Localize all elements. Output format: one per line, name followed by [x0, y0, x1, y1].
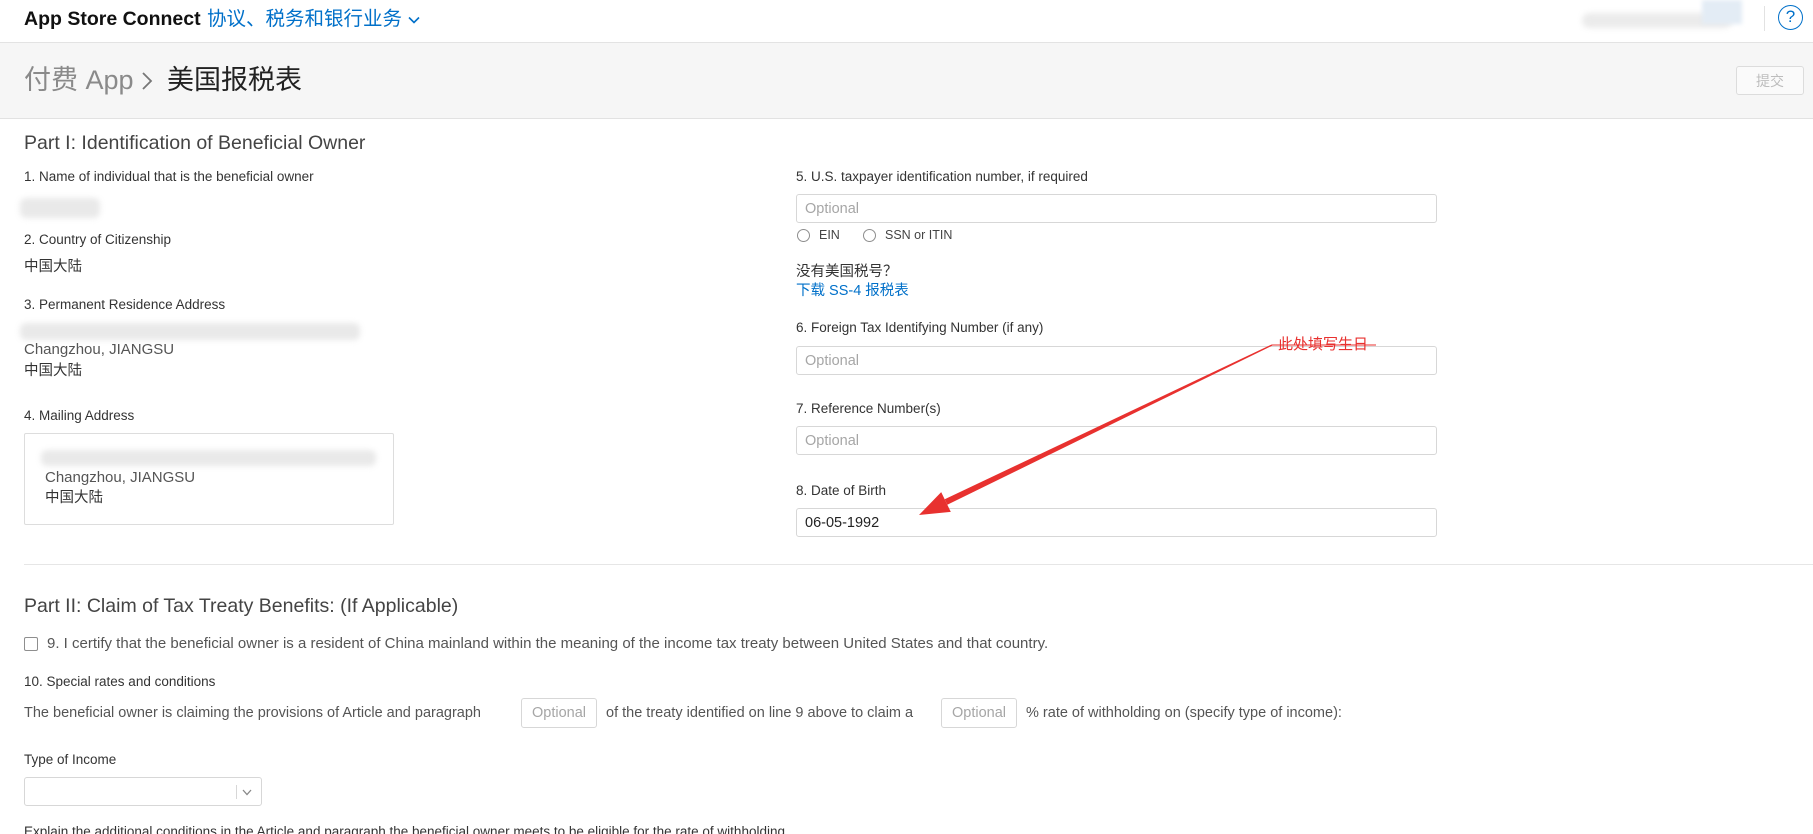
top-bar: App Store Connect 协议、税务和银行业务 ?	[0, 0, 1813, 43]
redacted-residence-street	[20, 323, 360, 340]
no-tin-question: 没有美国税号？	[796, 264, 898, 280]
field5-label: 5. U.S. taxpayer identification number, …	[796, 169, 1088, 184]
field1-label: 1. Name of individual that is the benefi…	[24, 169, 314, 184]
article-paragraph-input[interactable]	[521, 698, 597, 728]
treaty-certify-checkbox[interactable]	[24, 637, 38, 651]
field4-label: 4. Mailing Address	[24, 408, 135, 423]
ein-radio[interactable]	[797, 229, 810, 242]
special-rates-text-3: % rate of withholding on (specify type o…	[1026, 705, 1342, 721]
mailing-country: 中国大陆	[45, 490, 103, 506]
explain-conditions-label: Explain the additional conditions in the…	[24, 824, 1124, 834]
redacted-mailing-street	[41, 450, 376, 466]
mailing-city: Changzhou, JIANGSU	[45, 469, 196, 486]
page-title: 美国报税表	[167, 65, 302, 95]
page-header: 付费 App 美国报税表 提交	[0, 43, 1813, 119]
residence-city: Changzhou, JIANGSU	[24, 341, 175, 358]
special-rates-text-1: The beneficial owner is claiming the pro…	[24, 705, 481, 721]
select-divider	[236, 785, 237, 799]
part1-title: Part I: Identification of Beneficial Own…	[24, 132, 366, 154]
us-tin-input[interactable]	[796, 194, 1437, 223]
part2-title: Part II: Claim of Tax Treaty Benefits: (…	[24, 595, 459, 617]
chevron-right-icon	[142, 72, 153, 90]
toolbar-divider	[1764, 6, 1765, 31]
field7-label: 7. Reference Number(s)	[796, 401, 941, 416]
breadcrumb-parent[interactable]: 付费 App	[24, 64, 134, 96]
ein-radio-label[interactable]: EIN	[819, 227, 840, 243]
annotation-text: 此处填写生日	[1278, 336, 1369, 353]
download-ss4-link[interactable]: 下载 SS-4 报税表	[796, 282, 909, 300]
explain-conditions-text: Explain the additional conditions in the…	[24, 824, 785, 834]
mailing-address-box[interactable]: Changzhou, JIANGSU 中国大陆	[24, 433, 394, 525]
help-icon[interactable]: ?	[1778, 5, 1803, 30]
treaty-certify-label[interactable]: 9. I certify that the beneficial owner i…	[47, 635, 1048, 653]
date-of-birth-input[interactable]	[796, 508, 1437, 537]
special-rates-text-2: of the treaty identified on line 9 above…	[606, 705, 914, 721]
section-menu[interactable]: 协议、税务和银行业务	[207, 7, 420, 31]
chevron-down-icon	[242, 789, 252, 796]
section-divider	[24, 564, 1813, 565]
ssn-itin-radio[interactable]	[863, 229, 876, 242]
withholding-rate-input[interactable]	[941, 698, 1017, 728]
app-title[interactable]: App Store Connect	[24, 7, 201, 31]
reference-number-input[interactable]	[796, 426, 1437, 455]
submit-button[interactable]: 提交	[1736, 66, 1804, 95]
redacted-avatar[interactable]	[1702, 0, 1742, 24]
field3-label: 3. Permanent Residence Address	[24, 297, 226, 312]
field8-label: 8. Date of Birth	[796, 483, 887, 498]
type-of-income-select[interactable]	[24, 777, 262, 806]
field6-label: 6. Foreign Tax Identifying Number (if an…	[796, 320, 1044, 335]
item10-label: 10. Special rates and conditions	[24, 674, 216, 689]
redacted-owner-name	[20, 198, 100, 218]
citizenship-value: 中国大陆	[24, 259, 82, 275]
residence-country: 中国大陆	[24, 363, 82, 379]
field2-label: 2. Country of Citizenship	[24, 232, 172, 247]
chevron-down-icon	[408, 16, 420, 24]
type-of-income-label: Type of Income	[24, 752, 117, 767]
ssn-itin-radio-label[interactable]: SSN or ITIN	[885, 227, 952, 243]
section-menu-label: 协议、税务和银行业务	[207, 8, 403, 30]
